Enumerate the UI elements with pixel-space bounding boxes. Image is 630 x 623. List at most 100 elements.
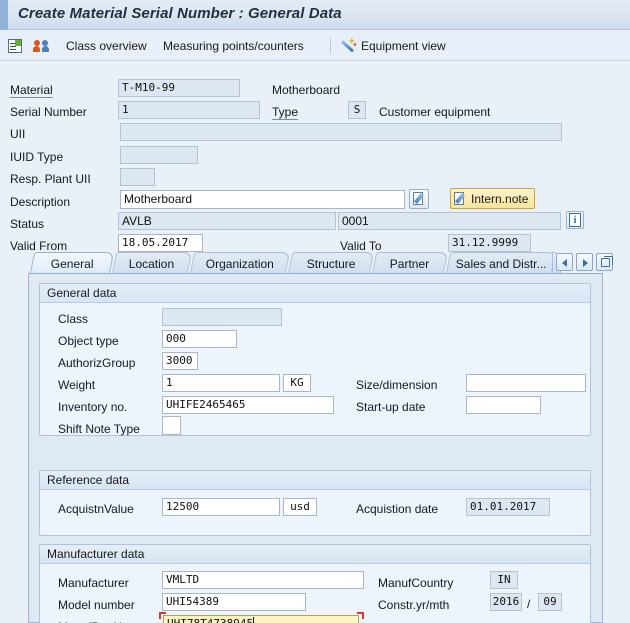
document-list-icon [8,39,22,53]
tab-partner-label: Partner [390,256,430,271]
window-title-bar: Create Material Serial Number : General … [0,0,630,30]
reference-data-title: Reference data [40,471,590,490]
uii-label: UII [10,127,26,141]
weight-label: Weight [58,378,96,392]
focus-bracket-top-right [357,612,364,619]
startup-date-label: Start-up date [356,400,426,414]
valid-from-field[interactable]: 18.05.2017 [118,234,203,252]
authoriz-group-label: AuthorizGroup [58,356,136,370]
toolbar-partners-button[interactable] [33,35,50,57]
info-icon: i [569,213,581,227]
equipment-view-label: Equipment view [361,39,446,53]
manuf-country-field[interactable]: IN [490,571,518,589]
measuring-points-counters-button[interactable]: Measuring points/counters [163,35,304,57]
inventory-no-label: Inventory no. [58,400,128,414]
weight-unit-field[interactable]: KG [283,374,311,392]
manuf-part-no-field[interactable]: UHI78T4738945 [163,615,359,623]
status-info-button[interactable]: i [566,211,584,229]
class-overview-button[interactable]: Class overview [66,35,147,57]
constr-yr-mth-label: Constr.yr/mth [378,598,450,612]
inventory-no-field[interactable]: UHIFE2465465 [162,396,334,414]
application-toolbar: Class overview Measuring points/counters… [0,31,630,61]
tab-general-label: General [50,256,94,271]
acquistn-value-field[interactable]: 12500 [162,498,280,516]
measuring-points-label: Measuring points/counters [163,39,304,53]
model-number-label: Model number [58,598,135,612]
general-data-group: General data Class Object type 000 Autho… [39,283,591,436]
constr-year-field[interactable]: 2016 [490,593,522,611]
sap-gui-window: Create Material Serial Number : General … [0,0,630,623]
tab-scroll-right-button[interactable] [576,253,593,271]
description-field[interactable]: Motherboard [120,190,405,209]
uii-field[interactable] [120,123,562,141]
currency-field[interactable]: usd [283,498,317,516]
tab-list-button[interactable] [596,253,613,271]
material-label: Material [10,83,53,98]
acquistion-date-field[interactable]: 01.01.2017 [466,498,550,516]
intern-note-button[interactable]: Intern.note [450,188,536,209]
startup-date-field[interactable] [466,396,541,414]
resp-plant-uii-field[interactable] [120,168,155,186]
valid-to-label: Valid To [340,239,382,253]
authoriz-group-field[interactable]: 3000 [162,352,198,370]
model-number-field[interactable]: UHI54389 [162,593,306,611]
focus-bracket-top-left [159,612,166,619]
object-type-field[interactable]: 000 [162,330,237,348]
shift-note-type-label: Shift Note Type [58,422,140,436]
tab-structure[interactable]: Structure [287,252,375,274]
tab-organization-label: Organization [205,256,274,271]
material-field[interactable]: T-M10-99 [118,79,240,97]
description-editor-button[interactable] [409,189,429,209]
equipment-view-button[interactable]: ✦ ✦ Equipment view [340,35,446,57]
manufacturer-data-title: Manufacturer data [40,545,590,564]
class-overview-label: Class overview [66,39,147,53]
general-data-title: General data [40,284,590,303]
valid-to-field[interactable]: 31.12.9999 [448,234,531,252]
note-pencil-icon [454,191,467,206]
tab-sales-label: Sales and Distr... [455,256,547,271]
manufacturer-field[interactable]: VMLTD [162,571,364,589]
type-label: Type [272,105,299,120]
class-label: Class [58,312,89,326]
magic-wand-icon: ✦ ✦ [340,36,358,54]
toolbar-document-button[interactable] [8,35,22,57]
tab-general[interactable]: General [29,252,115,274]
title-accent-bar [0,0,8,30]
tab-strip: General Location Organization Structure … [28,252,603,274]
serial-number-label: Serial Number [10,105,87,119]
type-field[interactable]: S [348,101,366,119]
status-code-field[interactable]: 0001 [338,212,561,230]
type-description-text: Customer equipment [379,105,491,119]
tab-content-panel: General data Class Object type 000 Autho… [28,273,603,623]
iuid-type-label: IUID Type [10,150,64,164]
shift-note-type-field[interactable] [162,416,181,435]
class-field[interactable] [162,308,282,326]
iuid-type-field[interactable] [120,146,198,164]
status-field[interactable]: AVLB [118,212,336,230]
tab-partner[interactable]: Partner [371,252,449,274]
valid-from-label: Valid From [10,239,68,253]
manufacturer-label: Manufacturer [58,576,129,590]
manuf-part-no-value: UHI78T4738945 [167,617,253,623]
serial-number-field[interactable]: 1 [118,101,260,119]
constr-separator: / [527,597,531,611]
acquistn-value-label: AcquistnValue [58,502,134,516]
weight-field[interactable]: 1 [162,374,280,392]
constr-month-field[interactable]: 09 [538,593,562,611]
resp-plant-uii-label: Resp. Plant UII [10,172,91,186]
tab-list-icon [601,256,613,267]
two-people-icon [33,39,50,53]
object-type-label: Object type [58,334,119,348]
tab-structure-label: Structure [306,256,356,271]
header-fields-area: Material T-M10-99 Motherboard Serial Num… [0,62,630,253]
page-title: Create Material Serial Number : General … [18,5,342,22]
manuf-country-label: ManufCountry [378,576,454,590]
intern-note-label: Intern.note [471,191,529,206]
tab-location[interactable]: Location [111,252,193,274]
tab-scroll-left-button[interactable] [556,253,573,271]
size-dimension-field[interactable] [466,374,586,392]
tab-sales-and-distribution[interactable]: Sales and Distr... [445,252,557,274]
tab-organization[interactable]: Organization [189,252,291,274]
tab-location-label: Location [129,256,175,271]
material-description-text: Motherboard [272,83,341,97]
